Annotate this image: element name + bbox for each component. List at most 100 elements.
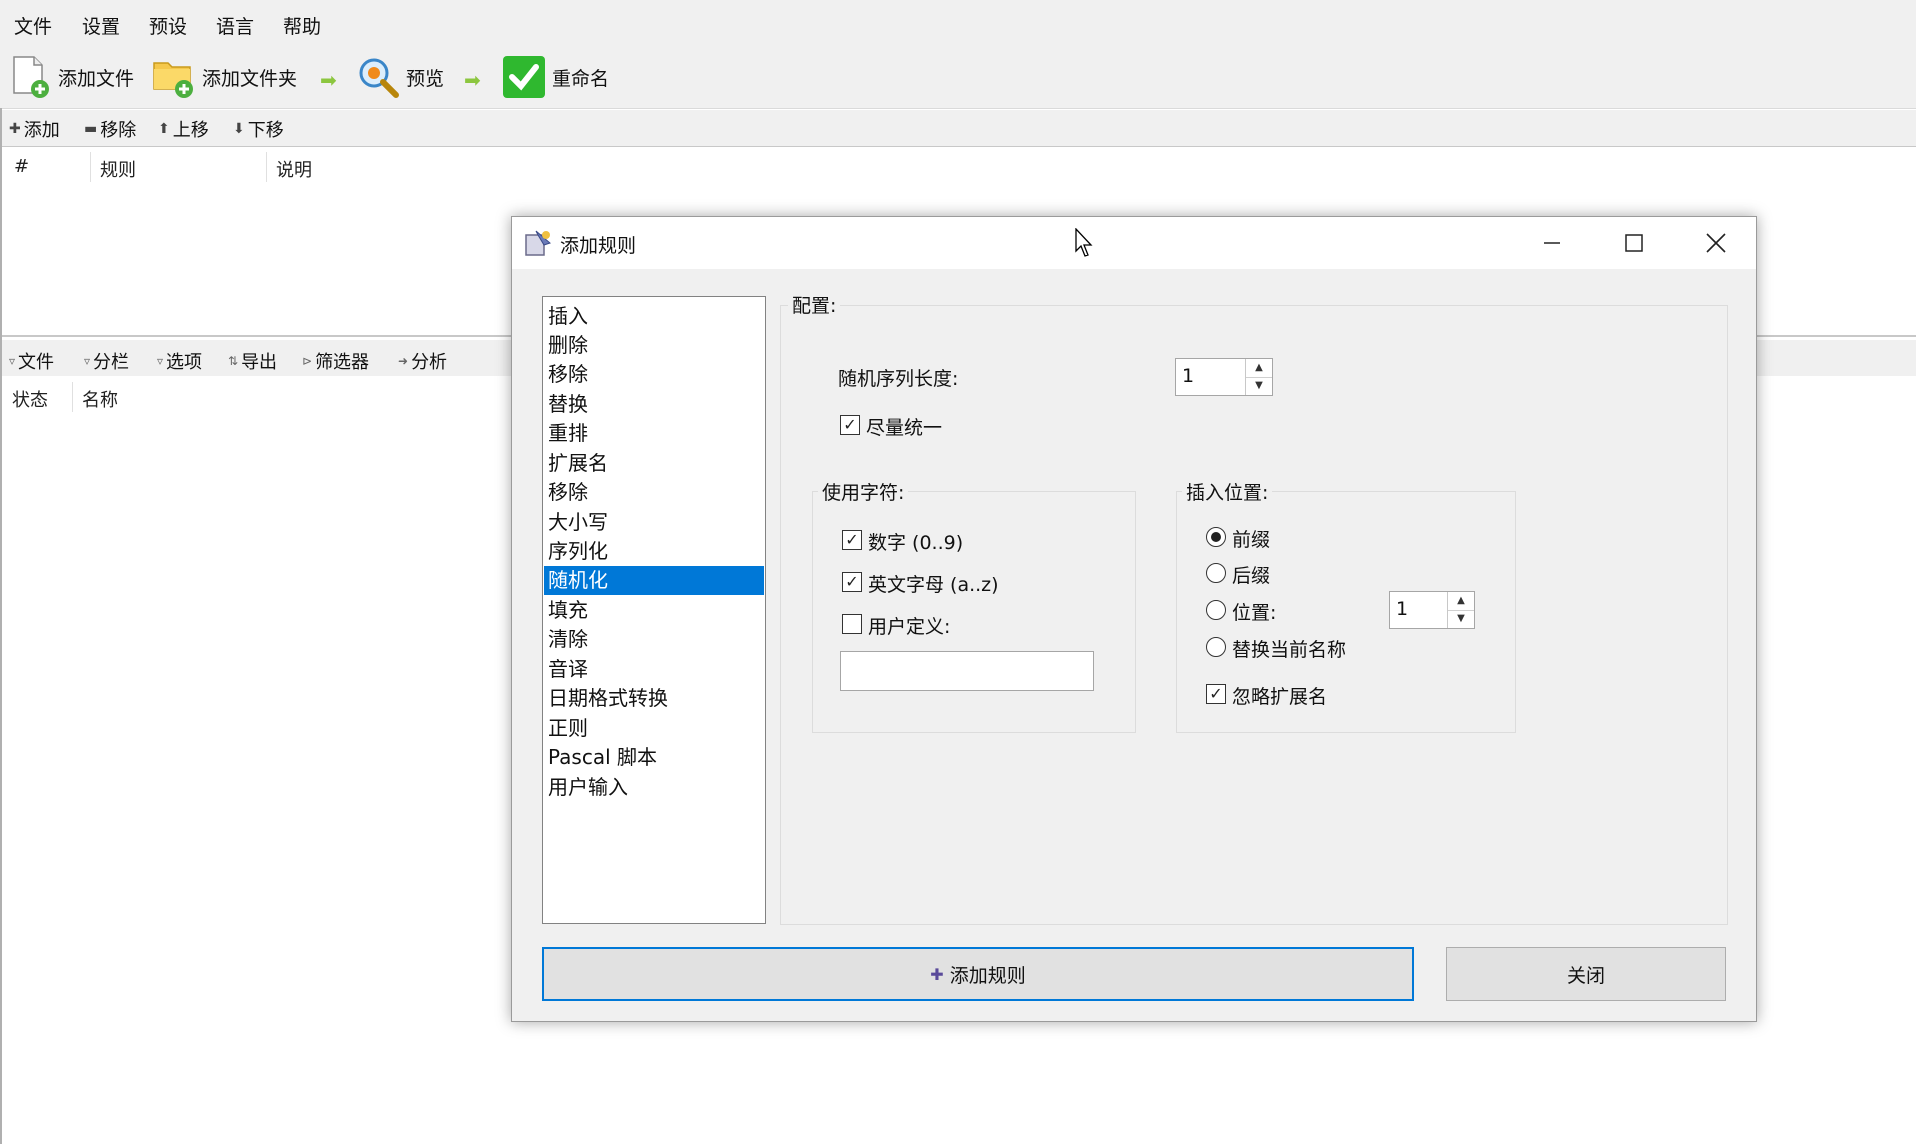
minimize-button[interactable] xyxy=(1512,217,1592,269)
add-folder-icon xyxy=(153,62,193,98)
menu-file[interactable]: 文件 xyxy=(14,12,52,39)
ignore-extension-checkbox[interactable]: ✓ xyxy=(1206,684,1226,704)
add-rule-button[interactable]: ✚ 添加规则 xyxy=(542,947,1414,1001)
main-toolbar: 添加文件 添加文件夹 ➡ 预览 ➡ 重命名 xyxy=(0,46,1916,109)
rule-type-strip[interactable]: 移除 xyxy=(544,478,764,507)
rename-button[interactable]: 重命名 xyxy=(502,46,609,108)
remove-label: 移除 xyxy=(100,120,137,141)
column-number[interactable]: # xyxy=(14,156,29,177)
maximize-icon xyxy=(1625,234,1643,252)
rename-label: 重命名 xyxy=(552,67,610,90)
remove-rule-button[interactable]: ▬ 移除 xyxy=(84,116,136,142)
spin-buttons: ▲ ▼ xyxy=(1245,359,1272,395)
files-label: 文件 xyxy=(18,352,55,373)
letters-checkbox[interactable]: ✓ xyxy=(842,572,862,592)
prefix-radio[interactable] xyxy=(1206,527,1226,547)
rule-type-transliterate[interactable]: 音译 xyxy=(544,655,764,684)
dialog-title-bar[interactable]: 添加规则 xyxy=(512,217,1756,269)
rule-type-randomize[interactable]: 随机化 xyxy=(544,566,764,595)
position-label: 位置: xyxy=(1232,602,1277,624)
rule-type-reformat-date[interactable]: 日期格式转换 xyxy=(544,684,764,713)
dropdown-icon: ▿ xyxy=(84,354,91,368)
analyze-label: 分析 xyxy=(411,352,448,373)
preview-label: 预览 xyxy=(406,67,445,90)
close-icon xyxy=(1706,233,1726,253)
rule-type-remove[interactable]: 移除 xyxy=(544,360,764,389)
export-button[interactable]: ⇅ 导出 xyxy=(228,348,277,374)
letters-label: 英文字母 (a..z) xyxy=(868,574,999,596)
filter-button[interactable]: ⊳ 筛选器 xyxy=(302,348,369,374)
column-description[interactable]: 说明 xyxy=(276,156,312,182)
add-rule-toolbar-button[interactable]: ✚ 添加 xyxy=(9,116,60,142)
rule-type-user-input[interactable]: 用户输入 xyxy=(544,773,764,802)
minimize-icon xyxy=(1544,242,1560,244)
close-label: 关闭 xyxy=(1566,964,1605,987)
plus-icon: ✚ xyxy=(930,964,944,984)
digits-label: 数字 (0..9) xyxy=(868,532,964,554)
rule-wizard-icon xyxy=(525,230,551,256)
spin-up-icon[interactable]: ▲ xyxy=(1448,592,1474,611)
position-spinner[interactable]: 1 ▲ ▼ xyxy=(1389,591,1475,629)
rule-type-replace[interactable]: 替换 xyxy=(544,390,764,419)
columns-button[interactable]: ▿ 分栏 xyxy=(84,348,129,374)
rule-type-case[interactable]: 大小写 xyxy=(544,508,764,537)
column-status[interactable]: 状态 xyxy=(12,386,48,412)
add-folder-button[interactable]: 添加文件夹 xyxy=(152,46,297,108)
rule-type-regex[interactable]: 正则 xyxy=(544,714,764,743)
menu-language[interactable]: 语言 xyxy=(216,12,254,39)
rule-type-padding[interactable]: 填充 xyxy=(544,596,764,625)
maximize-button[interactable] xyxy=(1594,217,1674,269)
chars-group xyxy=(812,491,1136,733)
rule-type-rearrange[interactable]: 重排 xyxy=(544,419,764,448)
export-label: 导出 xyxy=(241,352,278,373)
rules-list-header: # 规则 说明 xyxy=(0,148,1916,186)
move-up-label: 上移 xyxy=(172,120,209,141)
digits-checkbox[interactable]: ✓ xyxy=(842,530,862,550)
suffix-radio[interactable] xyxy=(1206,563,1226,583)
user-defined-input[interactable] xyxy=(840,651,1094,691)
user-defined-checkbox[interactable] xyxy=(842,614,862,634)
replace-name-radio[interactable] xyxy=(1206,637,1226,657)
arrow-right-icon: ➡ xyxy=(464,68,481,92)
options-label: 选项 xyxy=(166,352,203,373)
analyze-button[interactable]: ➜ 分析 xyxy=(398,348,447,374)
add-files-label: 添加文件 xyxy=(58,67,135,90)
spin-down-icon[interactable]: ▼ xyxy=(1246,377,1272,395)
close-button[interactable]: 关闭 xyxy=(1446,947,1726,1001)
column-rule[interactable]: 规则 xyxy=(100,156,136,182)
rule-type-extension[interactable]: 扩展名 xyxy=(544,449,764,478)
rule-type-insert[interactable]: 插入 xyxy=(544,302,764,331)
unique-label: 尽量统一 xyxy=(866,417,943,439)
arrow-down-icon: ⬇ xyxy=(233,121,245,137)
files-menu-button[interactable]: ▿ 文件 xyxy=(9,348,54,374)
spin-down-icon[interactable]: ▼ xyxy=(1448,610,1474,628)
rule-type-clean[interactable]: 清除 xyxy=(544,625,764,654)
move-down-label: 下移 xyxy=(247,120,284,141)
close-window-button[interactable] xyxy=(1676,217,1756,269)
rule-type-list[interactable]: 插入 删除 移除 替换 重排 扩展名 移除 大小写 序列化 随机化 填充 清除 … xyxy=(542,296,766,924)
spin-up-icon[interactable]: ▲ xyxy=(1246,359,1272,378)
ignore-extension-label: 忽略扩展名 xyxy=(1232,686,1328,708)
add-rule-dialog: 添加规则 插入 删除 移除 替换 重排 扩展名 移除 大小写 序列化 随机化 填… xyxy=(511,216,1757,1022)
menu-settings[interactable]: 设置 xyxy=(82,12,120,39)
position-radio[interactable] xyxy=(1206,600,1226,620)
seq-length-value: 1 xyxy=(1182,365,1195,387)
add-files-button[interactable]: 添加文件 xyxy=(10,46,134,108)
seq-length-spinner[interactable]: 1 ▲ ▼ xyxy=(1175,358,1273,396)
minus-icon: ▬ xyxy=(84,121,98,137)
rule-type-delete[interactable]: 删除 xyxy=(544,331,764,360)
move-down-button[interactable]: ⬇ 下移 xyxy=(233,116,284,142)
menu-help[interactable]: 帮助 xyxy=(283,12,321,39)
rule-type-serialize[interactable]: 序列化 xyxy=(544,537,764,566)
menu-presets[interactable]: 预设 xyxy=(149,12,187,39)
rule-type-pascal-script[interactable]: Pascal 脚本 xyxy=(544,743,764,772)
options-button[interactable]: ▿ 选项 xyxy=(157,348,202,374)
unique-checkbox[interactable]: ✓ xyxy=(840,415,860,435)
arrow-up-icon: ⬆ xyxy=(158,121,170,137)
preview-button[interactable]: 预览 xyxy=(356,46,444,108)
dialog-title: 添加规则 xyxy=(560,235,637,257)
seq-length-label: 随机序列长度: xyxy=(838,368,959,390)
dropdown-icon: ▿ xyxy=(157,354,164,368)
move-up-button[interactable]: ⬆ 上移 xyxy=(158,116,209,142)
column-name[interactable]: 名称 xyxy=(82,386,118,412)
